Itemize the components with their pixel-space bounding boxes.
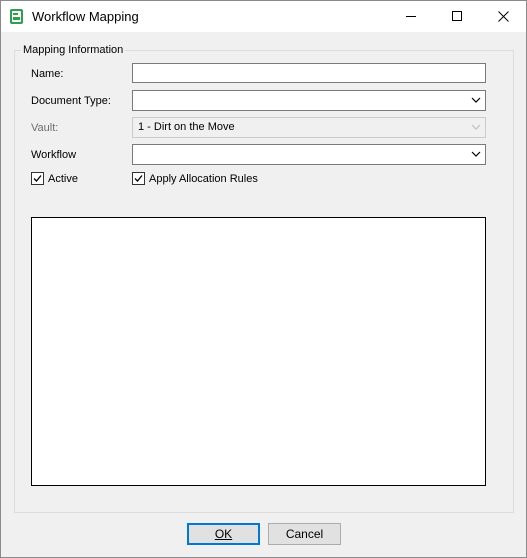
maximize-icon xyxy=(451,11,462,21)
name-label: Name: xyxy=(31,68,64,80)
workflow-mapping-window: Workflow Mapping Mapping Information Nam… xyxy=(0,0,527,558)
apply-allocation-checkbox-row[interactable]: Apply Allocation Rules xyxy=(132,172,258,185)
checkmark-icon xyxy=(134,175,143,182)
workflow-label: Workflow xyxy=(31,149,77,161)
active-checkbox[interactable] xyxy=(31,172,44,185)
checkmark-icon xyxy=(33,175,42,182)
close-button[interactable] xyxy=(480,1,526,32)
group-legend: Mapping Information xyxy=(21,44,126,56)
minimize-icon xyxy=(405,16,416,17)
workflow-app-icon xyxy=(9,8,25,25)
vault-select: 1 - Dirt on the Move xyxy=(132,117,486,138)
active-label: Active xyxy=(48,172,78,185)
apply-allocation-label: Apply Allocation Rules xyxy=(149,172,258,185)
vault-label: Vault: xyxy=(31,122,59,134)
minimize-button[interactable] xyxy=(388,1,434,32)
workflow-select[interactable] xyxy=(132,144,486,165)
window-title: Workflow Mapping xyxy=(32,9,139,24)
active-checkbox-row[interactable]: Active xyxy=(31,172,78,185)
maximize-button[interactable] xyxy=(434,1,480,32)
mapping-list-area[interactable] xyxy=(31,217,486,486)
cancel-button-label: Cancel xyxy=(285,527,324,541)
cancel-button[interactable]: Cancel xyxy=(268,523,341,545)
ok-button-label: OK xyxy=(214,527,233,541)
chevron-down-icon xyxy=(471,97,481,103)
apply-allocation-checkbox[interactable] xyxy=(132,172,145,185)
title-bar[interactable]: Workflow Mapping xyxy=(1,1,526,32)
close-icon xyxy=(497,11,509,22)
vault-value: 1 - Dirt on the Move xyxy=(138,121,235,133)
chevron-down-icon xyxy=(471,151,481,157)
name-input[interactable] xyxy=(132,63,486,83)
document-type-label: Document Type: xyxy=(31,95,111,107)
chevron-down-icon xyxy=(471,124,481,130)
document-type-select[interactable] xyxy=(132,90,486,111)
ok-button[interactable]: OK xyxy=(187,523,260,545)
